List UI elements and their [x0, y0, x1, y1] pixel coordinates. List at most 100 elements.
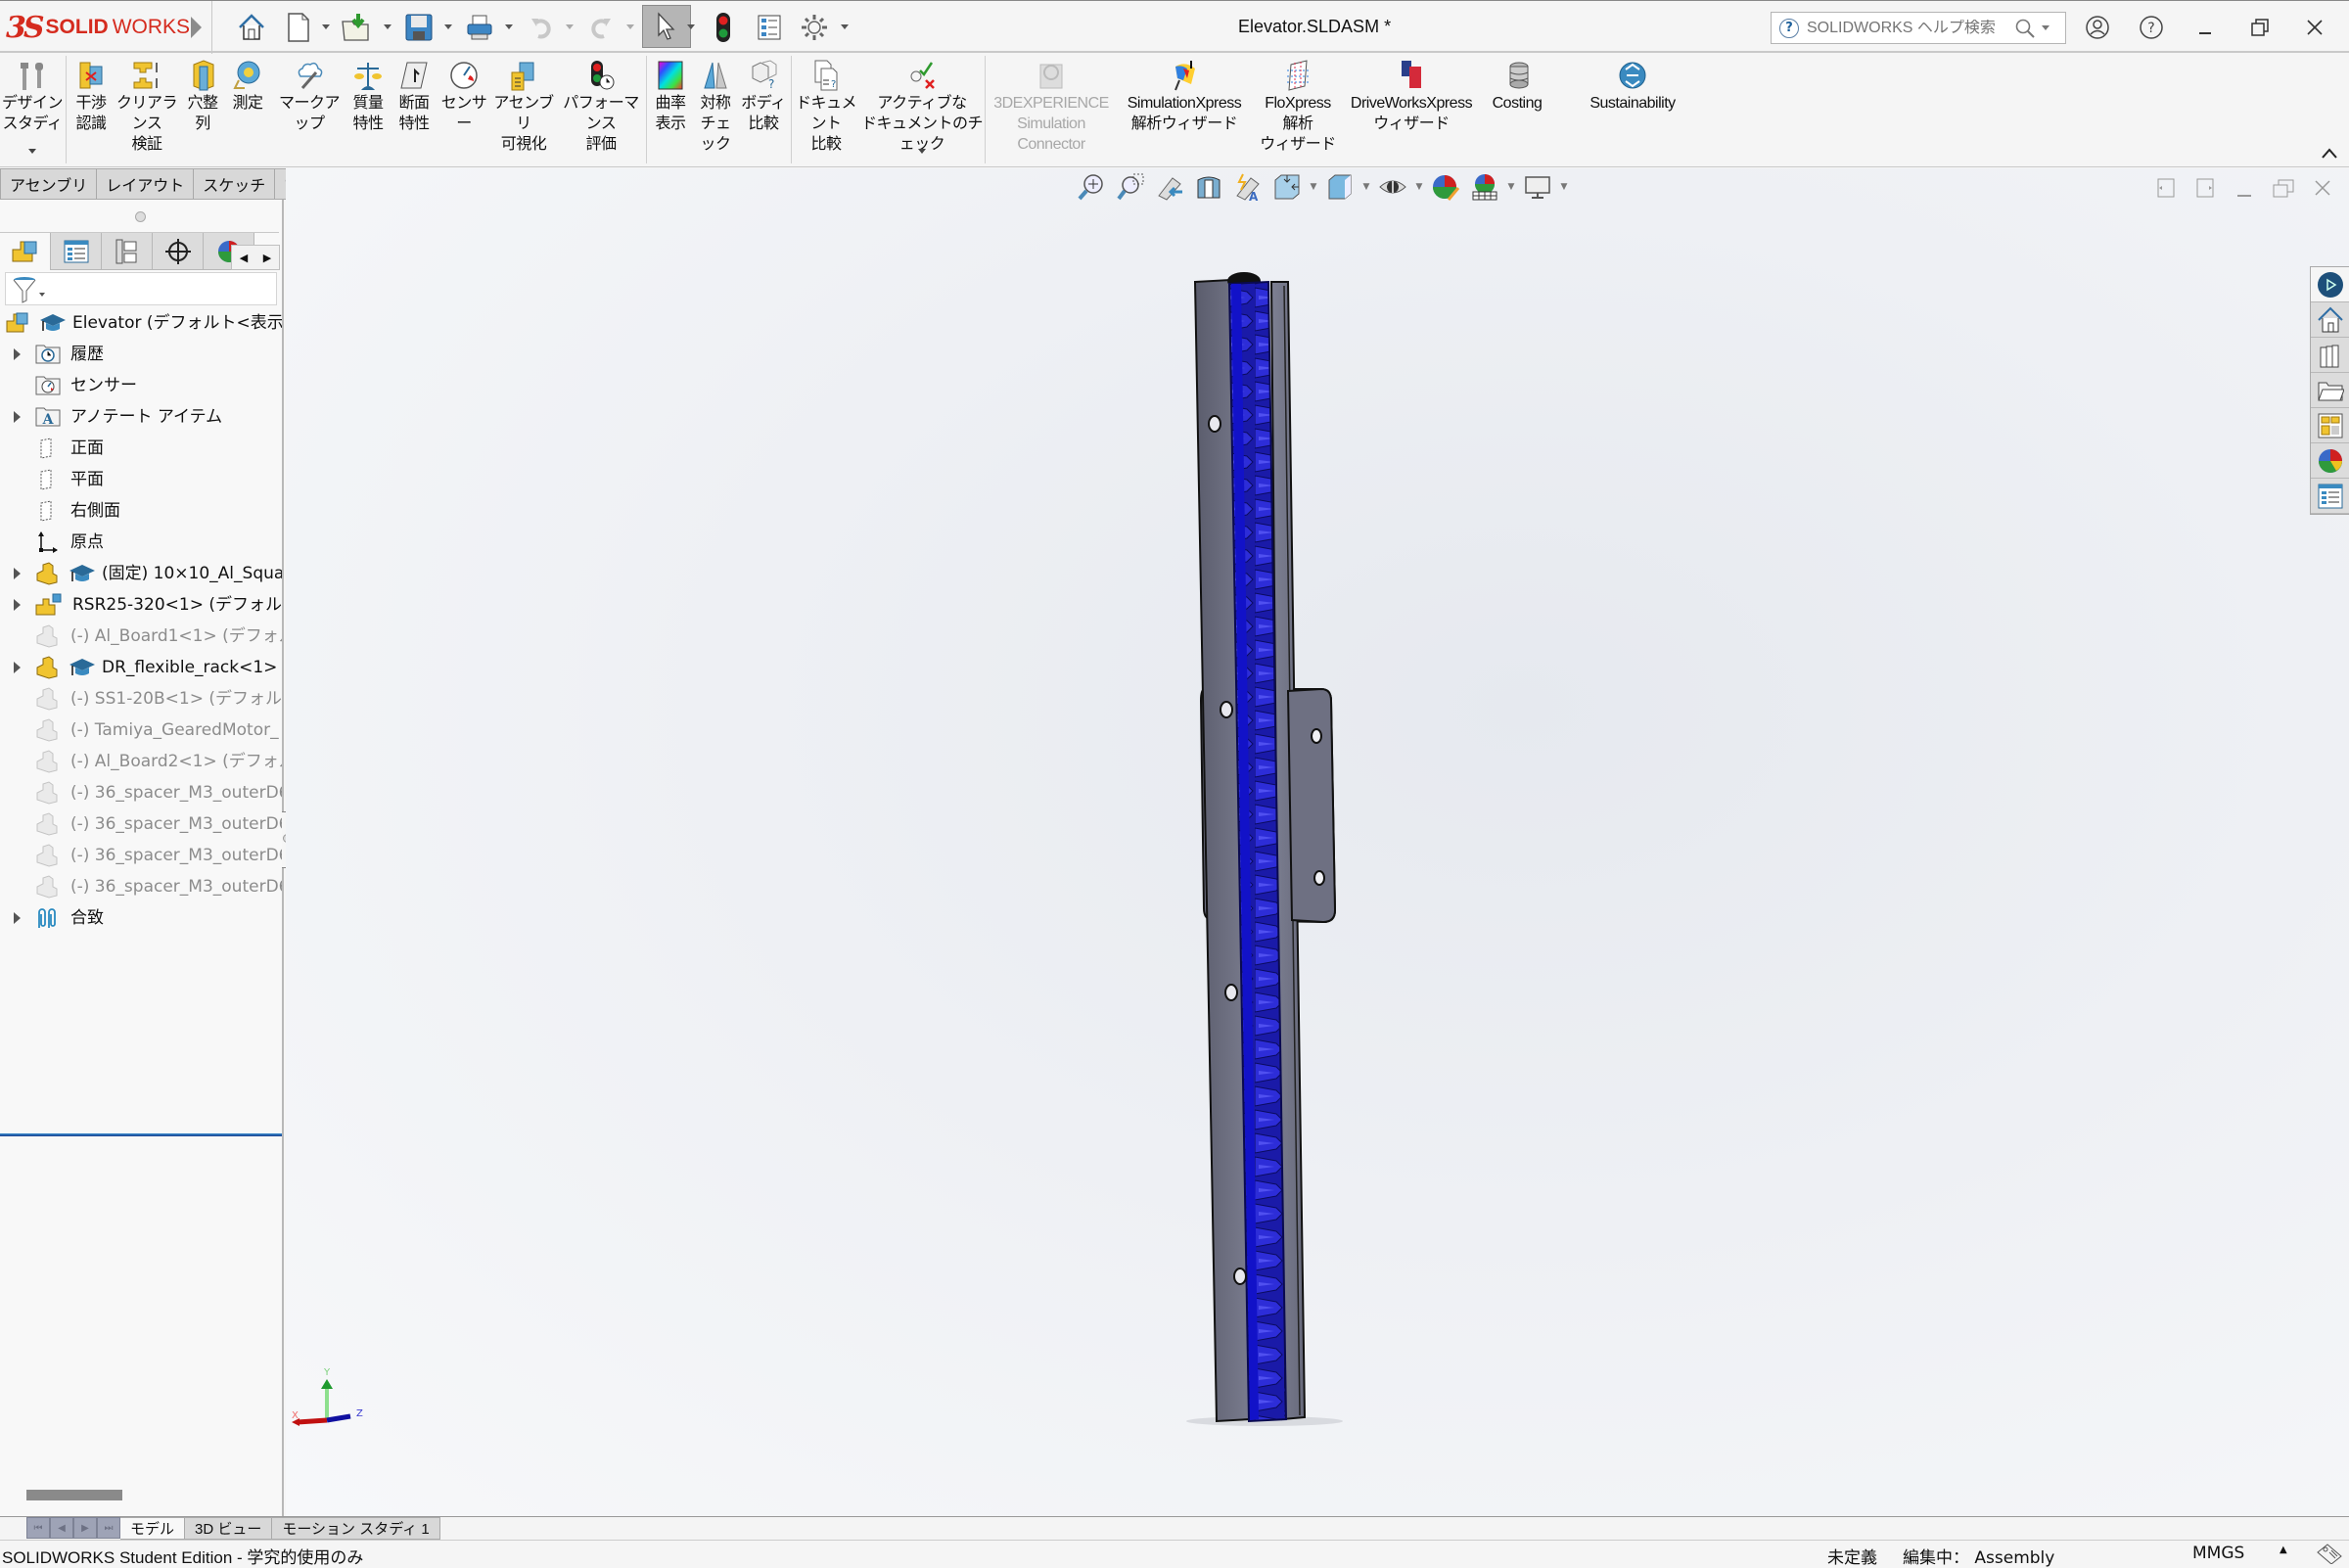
tab-sketch[interactable]: スケッチ — [194, 168, 276, 200]
ribbon-mass-properties[interactable]: 質量 特性 — [346, 58, 390, 134]
scroll-right-icon[interactable]: ▶ — [255, 246, 279, 269]
expand-arrow-icon[interactable] — [14, 568, 21, 579]
tab-3d-view[interactable]: 3D ビュー — [185, 1517, 273, 1540]
elevator-assembly-model[interactable] — [286, 168, 2349, 1516]
new-dropdown-icon[interactable] — [322, 24, 330, 29]
rollback-bar[interactable] — [0, 1133, 282, 1136]
active-check-dropdown-icon[interactable] — [918, 149, 926, 154]
open-dropdown-icon[interactable] — [384, 24, 392, 29]
select-button[interactable] — [642, 5, 691, 48]
tile-right-button[interactable] — [2192, 176, 2218, 200]
ribbon-design-study[interactable]: デザイン スタディ — [2, 58, 64, 134]
tree-node[interactable]: 履歴 — [0, 339, 282, 370]
tree-node[interactable]: Elevator (デフォルト<表示状 — [0, 307, 282, 339]
ribbon-costing[interactable]: Costing — [1482, 58, 1552, 114]
expand-arrow-icon[interactable] — [14, 411, 21, 423]
graphics-area[interactable]: A ▼ ▼ ▼ ▼ ▼ Y X Z — [286, 168, 2349, 1516]
tree-node[interactable]: 右側面 — [0, 495, 282, 527]
viewport-close-button[interactable] — [2310, 176, 2335, 200]
task-pane-appearances[interactable] — [2311, 443, 2349, 479]
task-pane-3dexperience[interactable] — [2311, 267, 2349, 302]
section-view-button[interactable] — [1192, 171, 1225, 203]
options-dropdown-icon[interactable] — [841, 24, 849, 29]
undo-dropdown-icon[interactable] — [566, 24, 574, 29]
undo-button[interactable] — [524, 10, 559, 45]
display-style-dropdown-icon[interactable]: ▼ — [1362, 171, 1370, 203]
tree-node[interactable]: (-) Al_Board2<1> (デフォルト — [0, 746, 282, 777]
expand-arrow-icon[interactable] — [14, 599, 21, 611]
tree-node[interactable]: 正面 — [0, 433, 282, 464]
zoom-to-fit-button[interactable] — [1075, 171, 1108, 203]
tree-node[interactable]: RSR25-320<1> (デフォルト< — [0, 589, 282, 621]
tile-left-button[interactable] — [2153, 176, 2179, 200]
ribbon-curvature[interactable]: 曲率 表示 — [650, 58, 691, 134]
home-button[interactable] — [234, 10, 269, 45]
account-button[interactable] — [2081, 11, 2114, 44]
ribbon-performance-evaluation[interactable]: パフォーマンス 評価 — [558, 58, 644, 155]
new-document-button[interactable] — [281, 10, 316, 45]
tab-layout[interactable]: レイアウト — [97, 168, 195, 200]
ribbon-hole-alignment[interactable]: 穴整 列 — [182, 58, 223, 134]
ribbon-markup[interactable]: マークアップ — [274, 58, 345, 134]
ribbon-section-properties[interactable]: 断面 特性 — [392, 58, 437, 134]
tree-node[interactable]: 合致 — [0, 902, 282, 934]
minimize-button[interactable] — [2189, 11, 2223, 44]
task-pane-view-palette[interactable] — [2311, 408, 2349, 443]
search-dropdown-icon[interactable] — [2042, 25, 2050, 30]
close-button[interactable] — [2298, 11, 2331, 44]
collapse-ribbon-icon[interactable] — [2320, 144, 2339, 164]
apply-scene-dropdown-icon[interactable]: ▼ — [1507, 171, 1515, 203]
expand-arrow-icon[interactable] — [14, 662, 21, 673]
tree-node[interactable]: (-) 36_spacer_M3_outerD6 — [0, 840, 282, 871]
task-pane-design-library[interactable] — [2311, 338, 2349, 373]
ribbon-simulationxpress[interactable]: SimulationXpress 解析ウィザード — [1118, 58, 1251, 134]
featuremanager-tab[interactable] — [0, 233, 51, 270]
solidworks-logo[interactable]: 3S SOLID WORKS — [6, 11, 190, 45]
tree-node[interactable]: (-) Al_Board1<1> (デフォルト — [0, 621, 282, 652]
file-properties-button[interactable] — [752, 10, 787, 45]
dynamic-annotation-view-button[interactable]: A — [1231, 171, 1265, 203]
configurationmanager-tab[interactable] — [102, 233, 153, 270]
tree-node[interactable]: (-) 36_spacer_M3_outerD6 — [0, 808, 282, 840]
tab-model[interactable]: モデル — [120, 1517, 186, 1540]
view-settings-button[interactable] — [1521, 171, 1554, 203]
display-style-button[interactable] — [1323, 171, 1357, 203]
ribbon-body-compare[interactable]: ? ボディ 比較 — [740, 58, 787, 134]
hide-show-dropdown-icon[interactable]: ▼ — [1415, 171, 1423, 203]
expand-arrow-icon[interactable] — [14, 348, 21, 360]
tree-node[interactable]: A アノテート アイテム — [0, 401, 282, 433]
last-tab-button[interactable]: ⏭ — [97, 1517, 120, 1539]
expand-arrow-icon[interactable] — [14, 912, 21, 924]
view-settings-dropdown-icon[interactable]: ▼ — [1560, 171, 1568, 203]
tab-assembly[interactable]: アセンブリ — [0, 168, 98, 200]
unit-system-caret-icon[interactable]: ▲ — [2280, 1545, 2287, 1555]
task-pane-resources[interactable] — [2311, 302, 2349, 338]
viewport-minimize-button[interactable] — [2232, 176, 2257, 200]
ribbon-sensor[interactable]: センサー — [438, 58, 489, 134]
open-button[interactable] — [339, 10, 374, 45]
apply-scene-button[interactable] — [1468, 171, 1501, 203]
viewport-restore-button[interactable] — [2271, 176, 2296, 200]
tags-icon[interactable] — [2316, 1543, 2343, 1564]
tab-motion-study[interactable]: モーション スタディ 1 — [272, 1517, 440, 1540]
tree-node[interactable]: センサー — [0, 370, 282, 401]
ribbon-measure[interactable]: 測定 — [225, 58, 270, 114]
redo-button[interactable] — [583, 10, 619, 45]
save-dropdown-icon[interactable] — [444, 24, 452, 29]
previous-view-button[interactable] — [1153, 171, 1186, 203]
search-icon[interactable] — [2014, 18, 2036, 39]
ribbon-assembly-visualization[interactable]: アセンブリ 可視化 — [491, 58, 556, 155]
ribbon-driveworksxpress[interactable]: DriveWorksXpress ウィザード — [1343, 58, 1480, 134]
edit-appearance-button[interactable] — [1429, 171, 1462, 203]
save-button[interactable] — [401, 10, 437, 45]
ribbon-interference[interactable]: 干渉 認識 — [70, 58, 112, 134]
task-pane-file-explorer[interactable] — [2311, 373, 2349, 408]
help-search-box[interactable]: ? — [1771, 12, 2066, 44]
options-button[interactable] — [797, 10, 832, 45]
tree-node[interactable]: 平面 — [0, 464, 282, 495]
ribbon-sustainability[interactable]: Sustainability — [1566, 58, 1699, 114]
tree-node[interactable]: 原点 — [0, 527, 282, 558]
task-pane-custom-properties[interactable] — [2311, 479, 2349, 514]
tree-node[interactable]: (-) 36_spacer_M3_outerD6 — [0, 777, 282, 808]
propertymanager-tab[interactable] — [51, 233, 102, 270]
